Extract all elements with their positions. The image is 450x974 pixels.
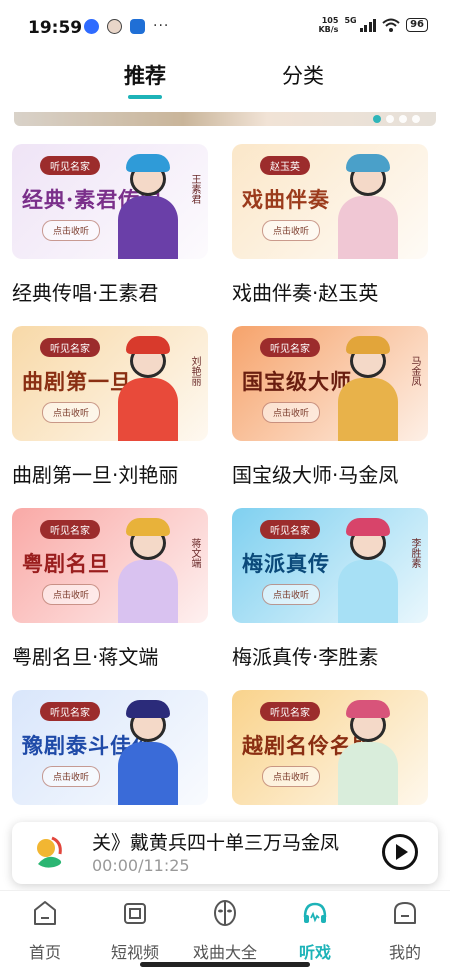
album-title[interactable]: 粤剧名旦·蒋文端 <box>12 641 208 670</box>
signal-icon <box>359 18 377 32</box>
nav-profile[interactable]: 我的 <box>360 899 450 963</box>
active-tab-indicator <box>128 95 162 99</box>
cover-tag: 听见名家 <box>40 520 100 539</box>
carousel-dots <box>373 115 420 123</box>
profile-icon <box>394 902 416 924</box>
tab-category[interactable]: 分类 <box>282 60 324 90</box>
wifi-icon <box>382 18 400 32</box>
album-cover[interactable]: 听见名家 豫剧泰斗佳作 点击收听 <box>12 690 208 805</box>
performer-figure <box>112 516 182 623</box>
album-cover[interactable]: 听见名家 国宝级大师 点击收听 马金凤 <box>232 326 428 441</box>
carousel-dot <box>373 115 381 123</box>
cover-tag: 听见名家 <box>40 702 100 721</box>
cover-tag: 听见名家 <box>40 156 100 175</box>
home-indicator <box>140 962 310 967</box>
performer-figure <box>332 516 402 623</box>
carousel-dot <box>412 115 420 123</box>
nav-home[interactable]: 首页 <box>0 899 90 963</box>
cover-title: 粤剧名旦 <box>22 551 110 576</box>
listen-button[interactable]: 点击收听 <box>262 766 321 787</box>
avatar-notification-icon <box>107 18 122 34</box>
cover-title: 梅派真传 <box>242 551 330 576</box>
status-time: 19:59 <box>28 18 83 38</box>
album-cover[interactable]: 听见名家 经典·素君传唱 点击收听 王素君 <box>12 144 208 259</box>
performer-name: 王素君 <box>189 174 200 204</box>
performer-figure <box>112 698 182 805</box>
network-type: 5G <box>344 15 357 25</box>
status-bar: 19:59 ··· 105 KB/s 5G 96 <box>0 0 450 52</box>
nav-profile-label: 我的 <box>388 943 421 962</box>
performer-name: 李胜素 <box>409 538 420 568</box>
nav-opera-collection-label: 戏曲大全 <box>192 943 257 962</box>
album-card[interactable]: 听见名家梅派真传点击收听 李胜素梅派真传·李胜素 <box>232 508 428 670</box>
cover-tag: 听见名家 <box>260 338 320 357</box>
album-title[interactable]: 曲剧第一旦·刘艳丽 <box>12 459 208 488</box>
cover-tag: 赵玉英 <box>260 156 310 175</box>
album-title[interactable]: 戏曲伴奏·赵玉英 <box>232 277 428 306</box>
tab-recommend[interactable]: 推荐 <box>124 60 166 90</box>
performer-name: 刘艳丽 <box>189 356 200 386</box>
performer-figure <box>332 152 402 259</box>
notification-app-icon <box>84 18 99 34</box>
album-card[interactable]: 赵玉英戏曲伴奏点击收听戏曲伴奏·赵玉英 <box>232 144 428 306</box>
network-speed-value: 105 <box>321 16 339 25</box>
album-card[interactable]: 听见名家粤剧名旦点击收听 蒋文端粤剧名旦·蒋文端 <box>12 508 208 670</box>
opera-mask-icon <box>214 900 236 926</box>
cover-tag: 听见名家 <box>260 702 320 721</box>
battery-icon: 96 <box>406 18 428 32</box>
cover-tag: 听见名家 <box>260 520 320 539</box>
nav-home-label: 首页 <box>28 943 61 962</box>
album-cover[interactable]: 赵玉英戏曲伴奏点击收听 <box>232 144 428 259</box>
network-speed: 105 KB/s <box>318 16 338 34</box>
nav-opera-collection[interactable]: 戏曲大全 <box>180 899 270 963</box>
app-notification-icon <box>130 18 145 34</box>
status-right: 105 KB/s 5G 96 <box>318 16 428 34</box>
listen-button[interactable]: 点击收听 <box>42 584 101 605</box>
album-cover[interactable]: 听见名家 曲剧第一旦 点击收听 刘艳丽 <box>12 326 208 441</box>
play-button[interactable] <box>382 834 418 870</box>
album-cover[interactable]: 听见名家粤剧名旦点击收听 蒋文端 <box>12 508 208 623</box>
more-notifications-icon: ··· <box>153 18 170 34</box>
performer-name: 马金凤 <box>409 356 420 386</box>
nav-short-video[interactable]: 短视频 <box>90 899 180 963</box>
listen-button[interactable]: 点击收听 <box>262 402 321 423</box>
listen-button[interactable]: 点击收听 <box>262 584 321 605</box>
listen-button[interactable]: 点击收听 <box>262 220 321 241</box>
performer-name: 蒋文端 <box>189 538 200 568</box>
cover-title: 戏曲伴奏 <box>242 187 330 212</box>
nav-short-video-label: 短视频 <box>110 943 159 962</box>
album-card[interactable]: 听见名家 国宝级大师 点击收听 马金凤 国宝级大师·马金凤 <box>232 326 428 488</box>
cover-tag: 听见名家 <box>40 338 100 357</box>
nav-listen-label: 听戏 <box>298 943 331 962</box>
album-card[interactable]: 听见名家 经典·素君传唱 点击收听 王素君 经典传唱·王素君 <box>12 144 208 306</box>
mini-player[interactable]: 关》戴黄兵四十单三万马金凤 00:00/11:25 <box>12 822 438 884</box>
performer-figure <box>112 152 182 259</box>
listen-button[interactable]: 点击收听 <box>42 402 101 423</box>
album-cover[interactable]: 听见名家 越剧名伶名段 点击收听 <box>232 690 428 805</box>
network-speed-unit: KB/s <box>318 25 339 34</box>
album-title[interactable]: 梅派真传·李胜素 <box>232 641 428 670</box>
carousel-dot <box>386 115 394 123</box>
liyuan-logo-icon <box>37 836 62 868</box>
carousel-dot <box>399 115 407 123</box>
headphones-icon <box>303 902 327 923</box>
listen-button[interactable]: 点击收听 <box>42 766 101 787</box>
performer-figure <box>332 334 402 441</box>
top-tabs: 推荐 分类 <box>0 52 450 104</box>
album-card[interactable]: 听见名家 曲剧第一旦 点击收听 刘艳丽 曲剧第一旦·刘艳丽 <box>12 326 208 488</box>
performer-figure <box>112 334 182 441</box>
playback-time: 00:00/11:25 <box>92 856 190 875</box>
performer-figure <box>332 698 402 805</box>
listen-button[interactable]: 点击收听 <box>42 220 101 241</box>
banner-carousel[interactable] <box>14 112 436 126</box>
home-icon <box>34 901 56 925</box>
album-title[interactable]: 经典传唱·王素君 <box>12 277 208 306</box>
video-icon <box>124 903 146 924</box>
album-cover[interactable]: 听见名家梅派真传点击收听 李胜素 <box>232 508 428 623</box>
nav-listen[interactable]: 听戏 <box>270 899 360 963</box>
now-playing-title: 关》戴黄兵四十单三万马金凤 <box>92 832 340 854</box>
album-title[interactable]: 国宝级大师·马金凤 <box>232 459 428 488</box>
notification-icons: ··· <box>84 18 169 34</box>
